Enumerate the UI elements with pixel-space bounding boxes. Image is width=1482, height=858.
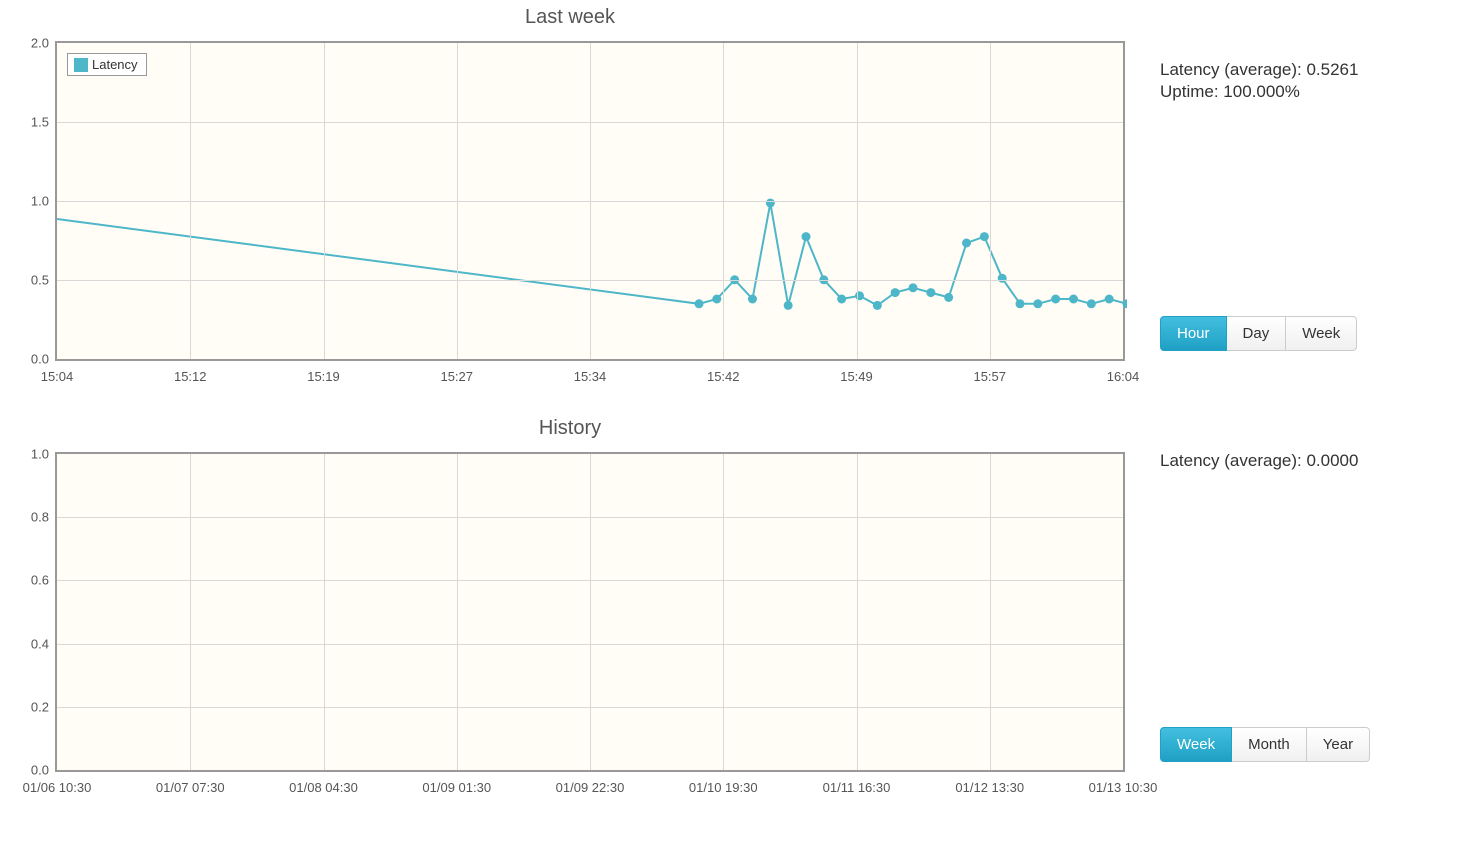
x-tick-label: 15:49 bbox=[840, 369, 873, 384]
grid-line bbox=[457, 43, 458, 359]
y-tick-label: 0.4 bbox=[31, 636, 49, 651]
chart1-btn-week[interactable]: Week bbox=[1286, 316, 1357, 351]
y-tick-label: 1.0 bbox=[31, 447, 49, 462]
x-tick-label: 15:27 bbox=[440, 369, 473, 384]
grid-line bbox=[190, 43, 191, 359]
grid-line bbox=[723, 454, 724, 770]
chart1-btn-day[interactable]: Day bbox=[1227, 316, 1287, 351]
chart1-btn-hour[interactable]: Hour bbox=[1160, 316, 1227, 351]
y-tick-label: 1.5 bbox=[31, 115, 49, 130]
chart2-latency-stat: Latency (average): 0.0000 bbox=[1160, 451, 1472, 471]
x-tick-label: 15:12 bbox=[174, 369, 207, 384]
grid-line bbox=[857, 43, 858, 359]
x-tick-label: 01/11 16:30 bbox=[823, 780, 891, 795]
chart1-title: Last week bbox=[0, 6, 1140, 29]
x-tick-label: 01/09 22:30 bbox=[556, 780, 625, 795]
chart2-plot-area: 0.00.20.40.60.81.001/06 10:3001/07 07:30… bbox=[55, 452, 1125, 772]
y-tick-label: 0.0 bbox=[31, 763, 49, 778]
chart2-btn-week[interactable]: Week bbox=[1160, 727, 1232, 762]
chart1-plot-area: Latency 0.00.51.01.52.015:0415:1215:1915… bbox=[55, 41, 1125, 361]
x-tick-label: 01/08 04:30 bbox=[289, 780, 358, 795]
grid-line bbox=[990, 454, 991, 770]
chart2-range-buttons: WeekMonthYear bbox=[1160, 727, 1370, 762]
y-tick-label: 1.0 bbox=[31, 194, 49, 209]
x-tick-label: 01/09 01:30 bbox=[422, 780, 491, 795]
x-tick-label: 15:19 bbox=[307, 369, 340, 384]
chart2-btn-month[interactable]: Month bbox=[1232, 727, 1307, 762]
x-tick-label: 15:04 bbox=[41, 369, 74, 384]
grid-line bbox=[457, 454, 458, 770]
y-tick-label: 2.0 bbox=[31, 36, 49, 51]
x-tick-label: 01/10 19:30 bbox=[689, 780, 758, 795]
y-tick-label: 0.6 bbox=[31, 573, 49, 588]
chart1-uptime-stat: Uptime: 100.000% bbox=[1160, 82, 1472, 102]
grid-line bbox=[590, 454, 591, 770]
x-tick-label: 15:42 bbox=[707, 369, 740, 384]
grid-line bbox=[324, 43, 325, 359]
x-tick-label: 15:34 bbox=[574, 369, 607, 384]
grid-line bbox=[590, 43, 591, 359]
y-tick-label: 0.2 bbox=[31, 699, 49, 714]
y-tick-label: 0.5 bbox=[31, 273, 49, 288]
chart1-range-buttons: HourDayWeek bbox=[1160, 316, 1357, 351]
x-tick-label: 15:57 bbox=[973, 369, 1006, 384]
x-tick-label: 01/07 07:30 bbox=[156, 780, 225, 795]
grid-line bbox=[723, 43, 724, 359]
grid-line bbox=[190, 454, 191, 770]
y-tick-label: 0.0 bbox=[31, 352, 49, 367]
chart1-latency-stat: Latency (average): 0.5261 bbox=[1160, 60, 1472, 80]
chart1-series bbox=[57, 43, 1127, 363]
grid-line bbox=[857, 454, 858, 770]
grid-line bbox=[990, 43, 991, 359]
x-tick-label: 16:04 bbox=[1107, 369, 1140, 384]
y-tick-label: 0.8 bbox=[31, 510, 49, 525]
x-tick-label: 01/06 10:30 bbox=[23, 780, 92, 795]
grid-line bbox=[324, 454, 325, 770]
chart2-title: History bbox=[0, 417, 1140, 440]
x-tick-label: 01/12 13:30 bbox=[955, 780, 1024, 795]
chart2-btn-year[interactable]: Year bbox=[1307, 727, 1370, 762]
